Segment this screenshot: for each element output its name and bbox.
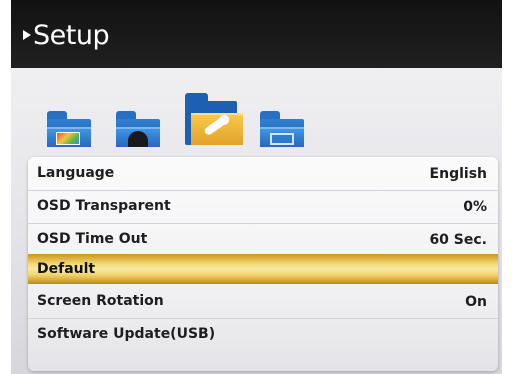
setup-tools-folder-icon[interactable] bbox=[185, 93, 243, 145]
header-bar: Setup bbox=[11, 0, 502, 68]
page-title: Setup bbox=[33, 20, 110, 51]
picture-folder-icon[interactable] bbox=[47, 111, 91, 147]
menu-item-screen-rotation[interactable]: Screen Rotation On bbox=[28, 285, 498, 318]
menu-item-label: OSD Transparent bbox=[37, 198, 171, 214]
menu-item-label: Default bbox=[37, 261, 96, 277]
play-arrow-icon bbox=[23, 30, 31, 40]
menu-item-label: Screen Rotation bbox=[37, 293, 164, 309]
menu-item-value: On bbox=[465, 294, 487, 310]
menu-item-label: OSD Time Out bbox=[37, 231, 148, 247]
menu-item-osd-transparent[interactable]: OSD Transparent 0% bbox=[28, 190, 498, 223]
menu-item-label: Software Update(USB) bbox=[37, 326, 216, 342]
menu-item-osd-time-out[interactable]: OSD Time Out 60 Sec. bbox=[28, 223, 498, 256]
menu-item-value: 60 Sec. bbox=[429, 232, 487, 248]
screen-folder-icon[interactable] bbox=[260, 111, 304, 147]
menu-item-language[interactable]: Language English bbox=[28, 157, 498, 190]
setup-menu-list: Language English OSD Transparent 0% OSD … bbox=[28, 157, 498, 371]
menu-item-default[interactable]: Default bbox=[28, 254, 498, 284]
screen: Setup Language English OSD Transparent 0… bbox=[0, 0, 514, 374]
menu-item-value: 0% bbox=[463, 199, 487, 215]
sound-folder-icon[interactable] bbox=[116, 111, 160, 147]
category-folder-bar bbox=[11, 68, 502, 158]
menu-item-software-update-usb[interactable]: Software Update(USB) bbox=[28, 318, 498, 351]
menu-item-label: Language bbox=[37, 165, 115, 181]
setup-menu-screen: Setup Language English OSD Transparent 0… bbox=[11, 0, 502, 374]
menu-item-value: English bbox=[429, 166, 487, 182]
